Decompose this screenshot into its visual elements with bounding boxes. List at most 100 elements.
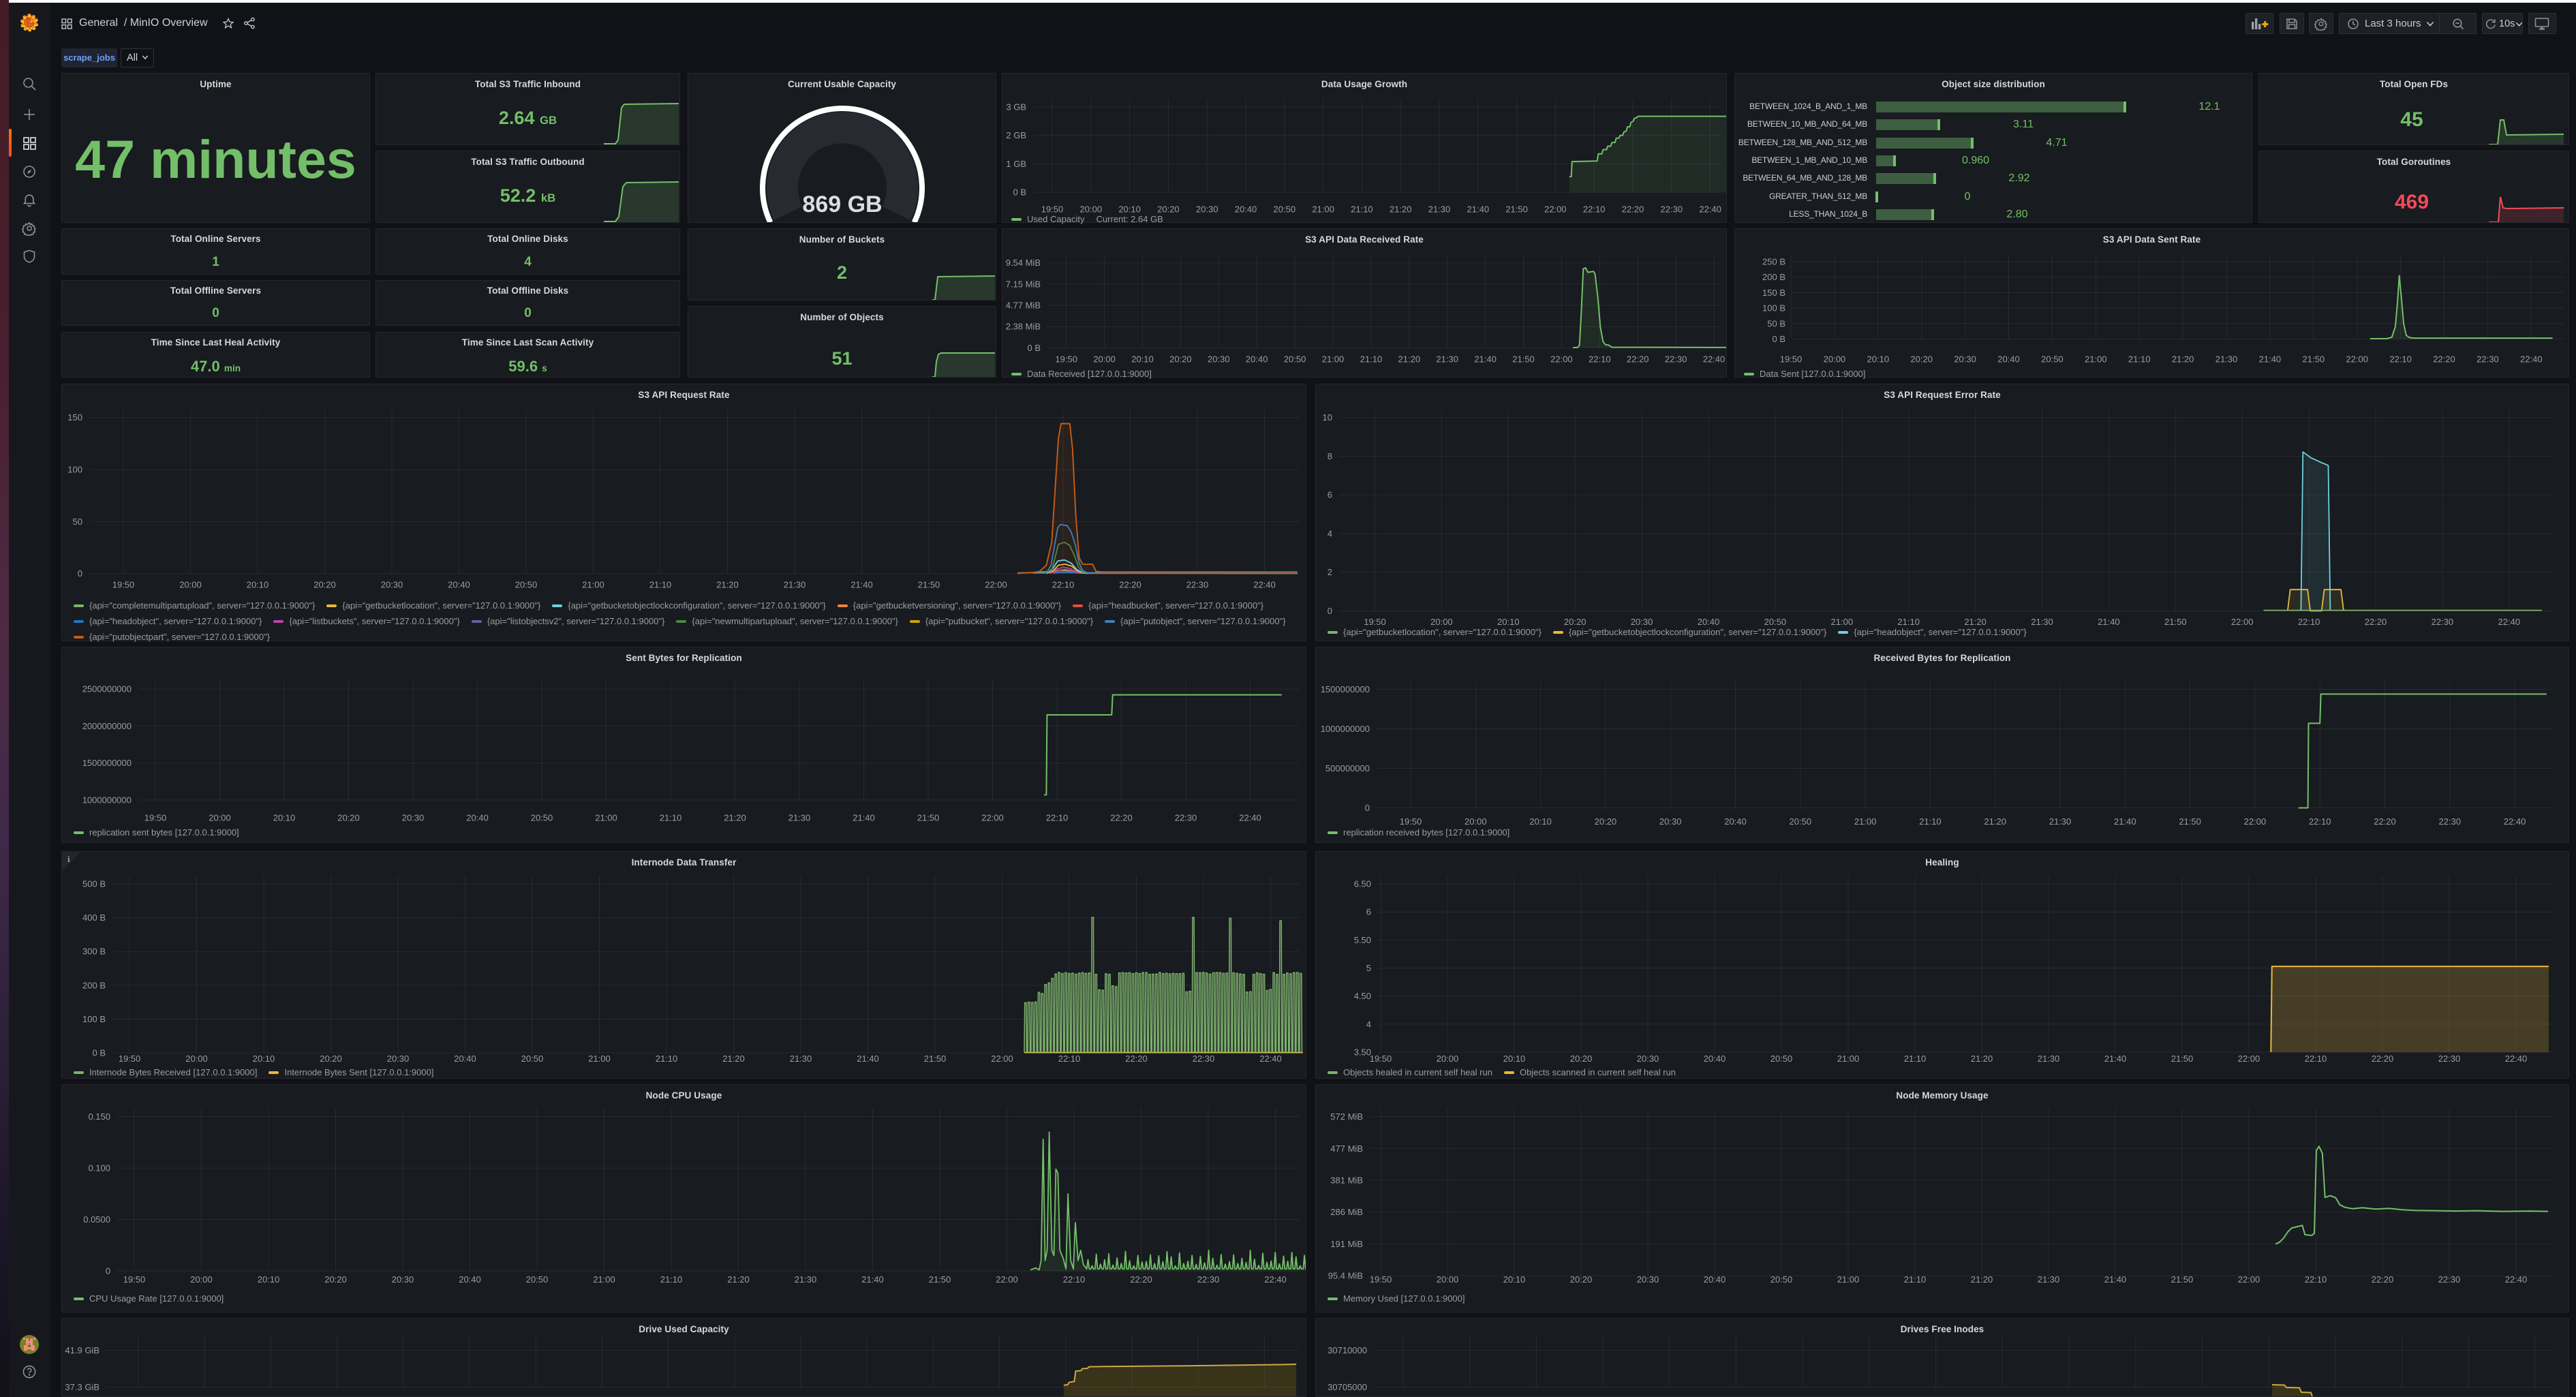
svg-text:100: 100	[67, 465, 82, 475]
svg-text:869 GB: 869 GB	[802, 191, 882, 217]
svg-text:21:30: 21:30	[2038, 1054, 2060, 1064]
svg-text:20:20: 20:20	[320, 1054, 342, 1064]
svg-text:21:20: 21:20	[724, 812, 746, 823]
svg-text:30705000: 30705000	[1328, 1382, 1367, 1392]
svg-text:2500000000: 2500000000	[82, 684, 132, 694]
svg-text:20:40: 20:40	[1704, 1054, 1726, 1064]
svg-text:20:20: 20:20	[1564, 617, 1586, 627]
svg-text:22:00: 22:00	[2346, 354, 2368, 364]
svg-text:95.4 MiB: 95.4 MiB	[1328, 1270, 1363, 1280]
svg-text:20:50: 20:50	[2041, 354, 2064, 364]
svg-text:19:50: 19:50	[123, 1274, 146, 1285]
svg-text:20:10: 20:10	[1503, 1054, 1526, 1064]
svg-text:20:10: 20:10	[1529, 816, 1552, 827]
svg-text:250 B: 250 B	[1762, 257, 1785, 267]
svg-text:22:10: 22:10	[1052, 579, 1075, 589]
svg-text:22:40: 22:40	[2498, 617, 2521, 627]
svg-text:20:30: 20:30	[402, 812, 425, 823]
svg-text:0 B: 0 B	[1772, 334, 1785, 344]
svg-text:20:50: 20:50	[1770, 1054, 1793, 1064]
svg-text:22:20: 22:20	[1627, 354, 1649, 364]
svg-text:21:40: 21:40	[2259, 354, 2282, 364]
svg-text:500000000: 500000000	[1325, 763, 1370, 773]
svg-text:19:50: 19:50	[1400, 816, 1422, 827]
svg-text:21:30: 21:30	[784, 579, 806, 589]
svg-text:7.15 MiB: 7.15 MiB	[1006, 279, 1041, 289]
svg-text:19:50: 19:50	[1364, 617, 1386, 627]
svg-text:22:40: 22:40	[2505, 1274, 2528, 1285]
svg-text:477 MiB: 477 MiB	[1330, 1143, 1363, 1154]
svg-text:21:00: 21:00	[595, 812, 617, 823]
svg-text:21:00: 21:00	[1837, 1274, 1860, 1285]
svg-text:20:20: 20:20	[1910, 354, 1933, 364]
svg-text:20:30: 20:30	[1954, 354, 1976, 364]
svg-text:20:00: 20:00	[1080, 204, 1103, 215]
svg-text:21:40: 21:40	[853, 812, 875, 823]
svg-text:22:30: 22:30	[1186, 579, 1209, 589]
svg-text:21:10: 21:10	[1919, 816, 1942, 827]
svg-text:2: 2	[1328, 567, 1332, 577]
svg-text:50 B: 50 B	[1767, 318, 1785, 328]
svg-text:2.38 MiB: 2.38 MiB	[1006, 322, 1041, 332]
svg-text:21:40: 21:40	[2104, 1274, 2127, 1285]
svg-text:20:00: 20:00	[1093, 354, 1116, 364]
svg-text:21:30: 21:30	[2215, 354, 2238, 364]
svg-text:4.50: 4.50	[1354, 991, 1371, 1001]
svg-text:381 MiB: 381 MiB	[1330, 1175, 1363, 1185]
svg-text:19:50: 19:50	[112, 579, 135, 589]
svg-text:20:30: 20:30	[1637, 1274, 1659, 1285]
svg-text:50: 50	[73, 517, 82, 527]
svg-text:22:20: 22:20	[1125, 1054, 1148, 1064]
svg-text:21:20: 21:20	[1971, 1274, 1993, 1285]
svg-text:1 GB: 1 GB	[1006, 159, 1026, 169]
svg-text:0: 0	[1328, 606, 1332, 616]
svg-text:20:40: 20:40	[1724, 816, 1747, 827]
svg-text:19:50: 19:50	[1780, 354, 1803, 364]
svg-text:20:30: 20:30	[392, 1274, 414, 1285]
svg-text:0: 0	[1365, 803, 1370, 813]
svg-text:22:00: 22:00	[985, 579, 1007, 589]
svg-text:21:10: 21:10	[649, 579, 672, 589]
svg-text:22:40: 22:40	[2505, 1054, 2528, 1064]
svg-text:6.50: 6.50	[1354, 879, 1371, 889]
svg-text:0: 0	[106, 1266, 110, 1276]
svg-text:20:20: 20:20	[324, 1274, 347, 1285]
svg-text:20:10: 20:10	[1131, 354, 1154, 364]
svg-text:572 MiB: 572 MiB	[1330, 1111, 1363, 1122]
svg-text:21:30: 21:30	[795, 1274, 817, 1285]
svg-text:22:20: 22:20	[2433, 354, 2455, 364]
svg-text:22:20: 22:20	[2365, 617, 2387, 627]
svg-text:21:50: 21:50	[918, 579, 940, 589]
svg-text:22:10: 22:10	[1046, 812, 1069, 823]
svg-text:20:20: 20:20	[1169, 354, 1192, 364]
svg-text:20:40: 20:40	[1246, 354, 1268, 364]
svg-text:22:30: 22:30	[1197, 1274, 1220, 1285]
svg-text:22:20: 22:20	[1130, 1274, 1152, 1285]
svg-text:21:10: 21:10	[1360, 354, 1383, 364]
svg-text:4: 4	[1366, 1019, 1371, 1029]
svg-text:20:10: 20:10	[1867, 354, 1890, 364]
svg-text:21:40: 21:40	[1474, 354, 1497, 364]
svg-text:4.77 MiB: 4.77 MiB	[1006, 301, 1041, 311]
svg-text:20:50: 20:50	[1790, 816, 1812, 827]
svg-text:22:10: 22:10	[2305, 1054, 2327, 1064]
svg-text:22:00: 22:00	[2238, 1274, 2260, 1285]
svg-text:21:30: 21:30	[2049, 816, 2072, 827]
svg-text:21:30: 21:30	[790, 1054, 812, 1064]
svg-text:150 B: 150 B	[1762, 288, 1785, 298]
svg-text:22:40: 22:40	[1259, 1054, 1282, 1064]
svg-text:22:40: 22:40	[1253, 579, 1276, 589]
svg-text:22:30: 22:30	[2438, 1054, 2461, 1064]
svg-text:19:50: 19:50	[1370, 1054, 1392, 1064]
svg-text:20:50: 20:50	[1764, 617, 1787, 627]
svg-text:22:00: 22:00	[1544, 204, 1567, 215]
svg-text:20:10: 20:10	[1118, 204, 1141, 215]
svg-text:21:40: 21:40	[2098, 617, 2120, 627]
svg-text:20:10: 20:10	[253, 1054, 275, 1064]
svg-text:21:20: 21:20	[722, 1054, 745, 1064]
svg-text:22:30: 22:30	[1193, 1054, 1215, 1064]
svg-text:21:30: 21:30	[2038, 1274, 2060, 1285]
svg-text:0.150: 0.150	[88, 1111, 110, 1122]
svg-text:22:10: 22:10	[1589, 354, 1611, 364]
svg-text:21:20: 21:20	[716, 579, 739, 589]
